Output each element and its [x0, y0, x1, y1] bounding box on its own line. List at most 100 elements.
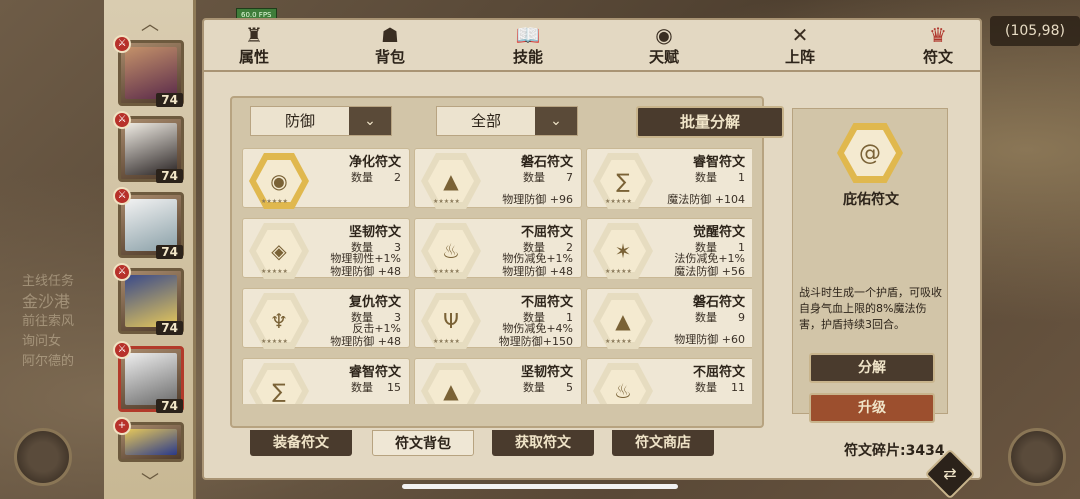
chevron-down-icon[interactable]: ⌄	[535, 107, 577, 135]
hero-portrait	[125, 123, 177, 175]
hero-slot-5-selected[interactable]: ⚔ 74	[113, 341, 184, 413]
quantity-value: 15	[387, 381, 401, 394]
rune-card[interactable]: ∑★★★★★睿智符文数量15	[242, 358, 410, 404]
selected-rune-name: 庇佑符文	[843, 192, 899, 208]
rune-grid[interactable]: ◉ ★★★★★ 净化符文 数量 2 ▲ ★★★★★ 磐石符文 数量 7 物理防御 +96 ∑ ★★★★★…	[242, 148, 752, 404]
return-arrow-icon: ⇄	[943, 464, 957, 483]
background-quest-text: 主线任务 金沙港 前往索风 询问女 阿尔德的	[22, 272, 107, 372]
rune-quantity: 数量 9	[655, 309, 745, 325]
rune-card[interactable]: ✶ ★★★★★ 觉醒符文 数量 1 法伤减免+1% 魔法防御 +56	[586, 218, 752, 279]
sword-badge-icon: ⚔	[113, 187, 131, 205]
hero-portrait	[125, 47, 177, 99]
quantity-label: 数量	[695, 171, 717, 184]
rune-name: 觉醒符文	[692, 225, 745, 240]
quantity-value: 11	[731, 381, 745, 394]
rune-glyph-icon: Ψ	[428, 300, 474, 342]
tab-label: 背包	[374, 48, 405, 66]
tab-talent[interactable]: ◉ 天赋	[634, 24, 694, 70]
rune-stars-icon: ★★★★★	[261, 268, 288, 275]
quantity-value: 7	[566, 171, 573, 184]
tab-backpack[interactable]: ☗ 背包	[360, 24, 420, 70]
coordinates-display: (105,98)	[990, 16, 1080, 46]
batch-decompose-button[interactable]: 批量分解	[636, 106, 784, 138]
tab-obtain-runes[interactable]: 获取符文	[492, 430, 594, 456]
hero-slot-6[interactable]: +	[113, 417, 184, 462]
rune-glyph-icon: ◈	[256, 230, 302, 272]
rune-card[interactable]: Ψ ★★★★★ 不屈符文 数量 1 物伤减免+4% 物理防御+150	[414, 288, 582, 349]
selected-rune-icon: @	[837, 123, 903, 183]
tab-rune-backpack[interactable]: 符文背包	[372, 430, 474, 456]
tab-label: 符文	[922, 48, 953, 66]
chevron-up-icon[interactable]: ︿	[104, 14, 196, 36]
rune-card[interactable]: ∑ ★★★★★ 睿智符文 数量 1 魔法防御 +104	[586, 148, 752, 209]
rune-name: 磐石符文	[692, 295, 745, 310]
hero-slot-1[interactable]: ⚔ 74	[113, 35, 184, 107]
rune-stars-icon: ★★★★★	[261, 338, 288, 345]
tab-rune-shop[interactable]: 符文商店	[612, 430, 714, 456]
rune-card[interactable]: ♨★★★★★不屈符文数量11	[586, 358, 752, 404]
rune-glyph-icon: ♨	[600, 370, 646, 404]
hero-slot-3[interactable]: ⚔ 74	[113, 187, 184, 259]
rune-stat: 物理防御 +48	[330, 335, 401, 348]
sword-badge-icon: ⚔	[113, 35, 131, 53]
rune-glyph-icon: ◉	[256, 160, 302, 202]
hero-slot-4[interactable]: ⚔ 74	[113, 263, 184, 335]
rune-stars-icon: ★★★★★	[261, 198, 288, 205]
quantity-label: 数量	[351, 171, 373, 184]
tab-label: 上阵	[784, 48, 815, 66]
rune-quantity: 数量 1	[655, 169, 745, 185]
rune-stars-icon: ★★★★★	[605, 338, 632, 345]
rune-glyph-icon: ▲	[428, 370, 474, 404]
chevron-down-icon[interactable]: ⌄	[349, 107, 391, 135]
tab-equip-runes[interactable]: 装备符文	[250, 430, 352, 456]
rune-name: 坚韧符文	[520, 365, 573, 380]
tab-skills[interactable]: 📖 技能	[498, 24, 558, 70]
tab-attributes[interactable]: ♜ 属性	[224, 24, 284, 70]
rune-stat: 魔法防御 +56	[674, 265, 745, 278]
tab-runes[interactable]: ♛ 符文	[908, 24, 968, 70]
rune-name: 不屈符文	[520, 225, 573, 240]
rune-stat: 魔法防御 +104	[667, 193, 745, 206]
rune-name: 净化符文	[348, 155, 401, 170]
rune-quantity: 数量 5	[483, 379, 573, 395]
rune-card[interactable]: ♨ ★★★★★ 不屈符文 数量 2 物伤减免+1% 物理防御 +48	[414, 218, 582, 279]
rune-card[interactable]: ▲★★★★★坚韧符文数量5	[414, 358, 582, 404]
hero-level: 74	[156, 169, 183, 183]
tab-label: 属性	[238, 48, 269, 66]
rune-card[interactable]: ▲ ★★★★★ 磐石符文 数量 9 物理防御 +60	[586, 288, 752, 349]
hero-slot-2[interactable]: ⚔ 74	[113, 111, 184, 183]
hero-sidebar[interactable]: ︿ ⚔ 74 ⚔ 74 ⚔ 74 ⚔ 74 ⚔ 74 + ﹀	[104, 0, 196, 499]
dropdown-value: 全部	[470, 112, 501, 130]
rune-quantity: 数量 2	[311, 169, 401, 185]
rune-stat: 物理防御 +96	[502, 193, 573, 206]
quantity-value: 9	[738, 311, 745, 324]
home-indicator[interactable]	[402, 484, 678, 489]
chevron-down-icon[interactable]: ﹀	[104, 472, 196, 494]
rune-scope-dropdown[interactable]: 全部 ⌄	[436, 106, 578, 136]
left-round-button[interactable]	[14, 428, 72, 486]
rune-card[interactable]: ♆ ★★★★★ 复仇符文 数量 3 反击+1% 物理防御 +48	[242, 288, 410, 349]
rune-card[interactable]: ◉ ★★★★★ 净化符文 数量 2	[242, 148, 410, 209]
rune-type-dropdown[interactable]: 防御 ⌄	[250, 106, 392, 136]
rune-stat: 物理防御+150	[498, 335, 573, 348]
hero-level: 74	[156, 93, 183, 107]
rune-fragments-count: 符文碎片:3434	[844, 443, 945, 459]
rune-card[interactable]: ◈ ★★★★★ 坚韧符文 数量 3 物理韧性+1% 物理防御 +48	[242, 218, 410, 279]
top-tab-bar: ♜ 属性 ☗ 背包 📖 技能 ◉ 天赋 ✕ 上阵 ♛ 符文	[204, 20, 980, 72]
tab-deploy[interactable]: ✕ 上阵	[770, 24, 830, 70]
rune-name: 不屈符文	[520, 295, 573, 310]
hero-portrait	[125, 199, 177, 251]
quest-line: 阿尔德的	[22, 354, 75, 369]
rune-icon: ♛	[929, 23, 947, 47]
rune-glyph-icon: ♨	[428, 230, 474, 272]
rune-icon: ∑	[249, 363, 309, 404]
rune-card[interactable]: ▲ ★★★★★ 磐石符文 数量 7 物理防御 +96	[414, 148, 582, 209]
decompose-button[interactable]: 分解	[809, 353, 935, 383]
rune-icon: ▲	[421, 363, 481, 404]
right-round-button[interactable]	[1008, 428, 1066, 486]
upgrade-button[interactable]: 升级	[809, 393, 935, 423]
quest-line: 前往索风	[22, 314, 75, 329]
quantity-value: 2	[394, 171, 401, 184]
quantity-label: 数量	[695, 311, 717, 324]
sword-badge-icon: ⚔	[113, 111, 131, 129]
